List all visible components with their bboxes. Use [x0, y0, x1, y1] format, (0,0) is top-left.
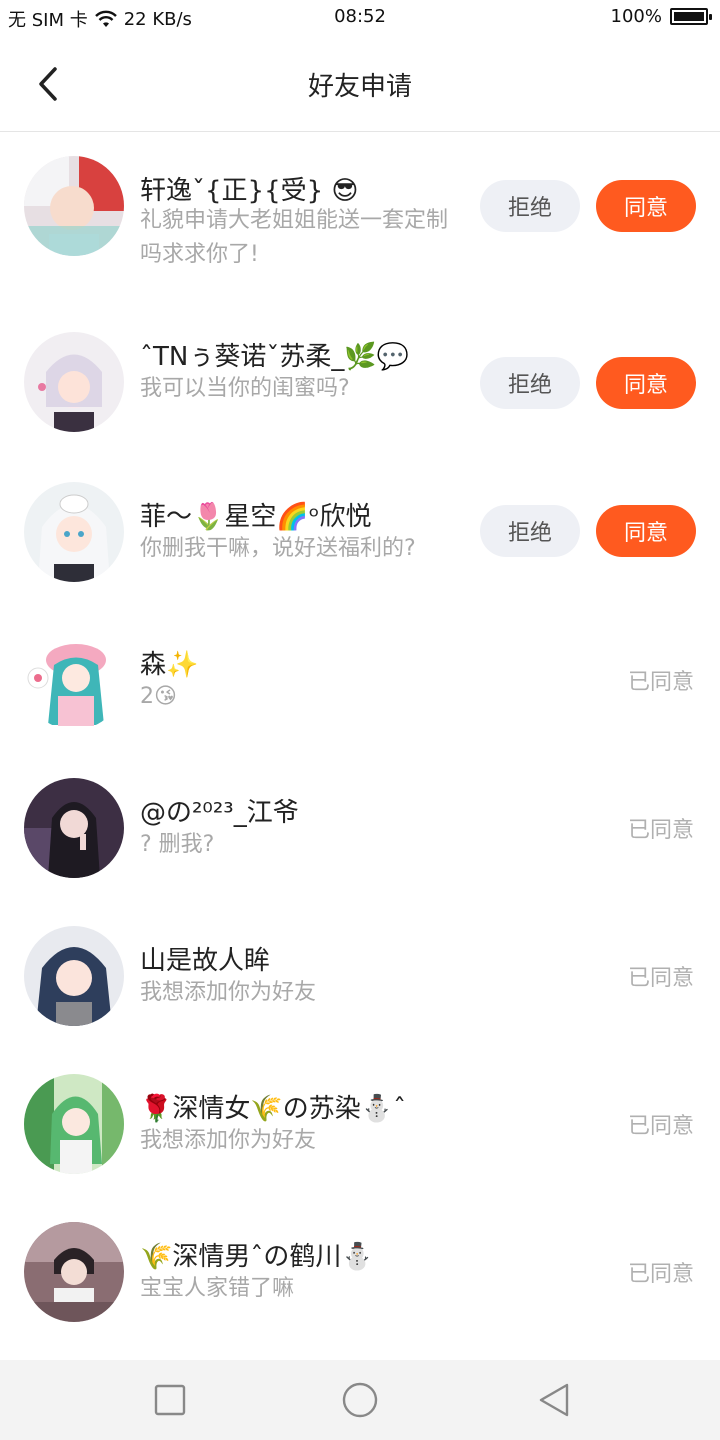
avatar[interactable] — [24, 332, 124, 432]
request-name: 轩逸ˇ{正}{受} 😎 — [140, 176, 359, 206]
agree-button[interactable]: 同意 — [596, 180, 696, 232]
battery-icon — [670, 8, 712, 25]
circle-icon — [342, 1382, 378, 1418]
list-item: ˆTNぅ葵诺ˇ苏柔_🌿💬 我可以当你的闺蜜吗? 拒绝 同意 — [0, 310, 720, 458]
avatar[interactable] — [24, 1074, 124, 1174]
header: 好友申请 — [0, 34, 720, 132]
request-message: 2😘 — [140, 684, 177, 709]
request-name: 菲～🌷星空🌈ᵒ欣悦 — [140, 502, 372, 532]
square-icon — [154, 1384, 186, 1416]
request-name: ˆTNぅ葵诺ˇ苏柔_🌿💬 — [140, 342, 410, 372]
agreed-status: 已同意 — [627, 1262, 694, 1287]
agreed-status: 已同意 — [627, 670, 694, 695]
request-message: 礼貌申请大老姐姐能送一套定制吗求求你了! — [140, 208, 449, 267]
avatar[interactable] — [24, 156, 124, 256]
list-item: 森✨ 2😘 已同意 — [0, 606, 720, 754]
agreed-status: 已同意 — [627, 966, 694, 991]
status-bar: 无 SIM 卡 22 KB/s 08:52 100% — [0, 0, 720, 34]
request-message: 我想添加你为好友 — [140, 1128, 317, 1153]
agree-button[interactable]: 同意 — [596, 505, 696, 557]
avatar[interactable] — [24, 926, 124, 1026]
request-message: 我想添加你为好友 — [140, 980, 317, 1005]
request-name: 🌹深情女🌾の苏染⛄ˆ — [140, 1094, 407, 1124]
home-button[interactable] — [340, 1380, 380, 1420]
request-message: 你删我干嘛，说好送福利的? — [140, 536, 416, 561]
status-right: 100% — [610, 6, 712, 27]
request-message: 我可以当你的闺蜜吗? — [140, 376, 350, 401]
triangle-back-icon — [539, 1383, 569, 1417]
avatar[interactable] — [24, 778, 124, 878]
avatar[interactable] — [24, 1222, 124, 1322]
list-item: 菲～🌷星空🌈ᵒ欣悦 你删我干嘛，说好送福利的? 拒绝 同意 — [0, 458, 720, 606]
avatar[interactable] — [24, 630, 124, 730]
list-item: 轩逸ˇ{正}{受} 😎 礼貌申请大老姐姐能送一套定制吗求求你了! 拒绝 同意 — [0, 132, 720, 280]
list-item: 🌹深情女🌾の苏染⛄ˆ 我想添加你为好友 已同意 — [0, 1050, 720, 1198]
reject-button[interactable]: 拒绝 — [480, 505, 580, 557]
reject-button[interactable]: 拒绝 — [480, 180, 580, 232]
request-message: 宝宝人家错了嘛 — [140, 1276, 295, 1301]
page-title: 好友申请 — [307, 72, 412, 102]
system-nav-bar — [0, 1360, 720, 1440]
agree-button[interactable]: 同意 — [596, 357, 696, 409]
request-name: 山是故人眸 — [140, 946, 271, 976]
back-nav-button[interactable] — [534, 1380, 574, 1420]
list-item: 🌾深情男ˆの鹤川⛄ 宝宝人家错了嘛 已同意 — [0, 1198, 720, 1346]
agreed-status: 已同意 — [627, 818, 694, 843]
request-name: 森✨ — [140, 650, 199, 680]
battery-percent: 100% — [610, 6, 662, 27]
request-name: @の²⁰²³_江爷 — [140, 798, 299, 828]
list-item: @の²⁰²³_江爷 ? 删我? 已同意 — [0, 754, 720, 902]
request-message: ? 删我? — [140, 832, 215, 857]
avatar[interactable] — [24, 482, 124, 582]
list-item: 山是故人眸 我想添加你为好友 已同意 — [0, 902, 720, 1050]
request-name: 🌾深情男ˆの鹤川⛄ — [140, 1242, 374, 1272]
agreed-status: 已同意 — [627, 1114, 694, 1139]
reject-button[interactable]: 拒绝 — [480, 357, 580, 409]
recent-apps-button[interactable] — [150, 1380, 190, 1420]
